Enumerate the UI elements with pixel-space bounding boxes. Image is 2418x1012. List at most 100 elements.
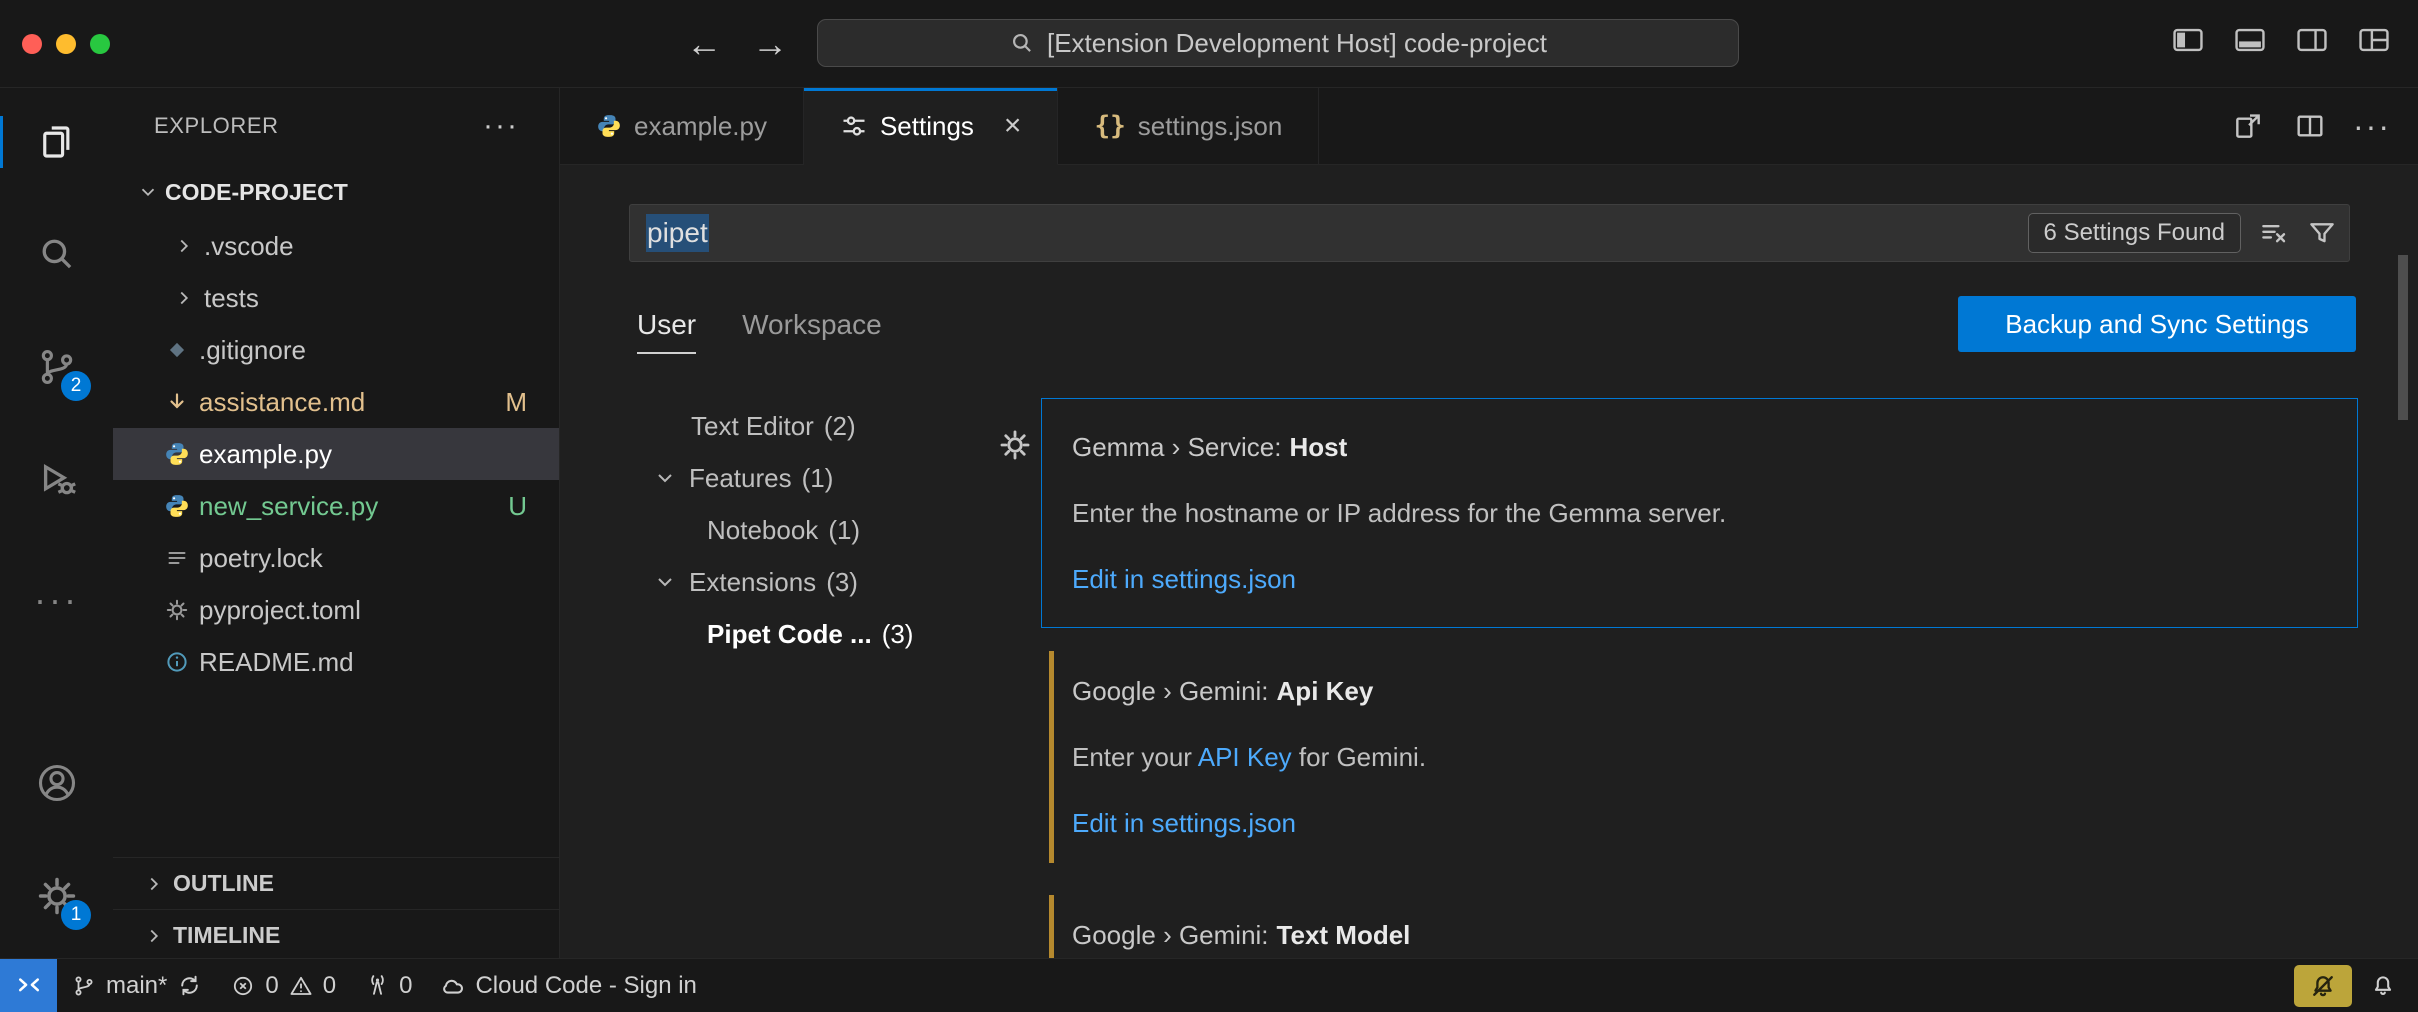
branch-item[interactable]: main* bbox=[57, 959, 216, 1012]
setting-item-google-gemini-text-model[interactable]: Google › Gemini:Text Model bbox=[1041, 886, 2358, 958]
notifications-bell-icon[interactable] bbox=[2370, 973, 2396, 999]
timeline-section[interactable]: TIMELINE bbox=[113, 909, 560, 961]
git-branch-icon bbox=[71, 973, 97, 999]
warnings-count: 0 bbox=[323, 972, 336, 1000]
git-status-badge: U bbox=[508, 491, 527, 522]
setting-item-gemma-service-host[interactable]: Gemma › Service:Host Enter the hostname … bbox=[1041, 398, 2358, 628]
activity-item-more[interactable]: ··· bbox=[0, 572, 113, 628]
outline-section[interactable]: OUTLINE bbox=[113, 857, 560, 909]
account-icon bbox=[35, 761, 79, 805]
toggle-panel-button[interactable] bbox=[2232, 22, 2268, 58]
section-label: OUTLINE bbox=[173, 870, 274, 897]
search-icon bbox=[1009, 30, 1035, 56]
settings-badge: 1 bbox=[61, 900, 91, 930]
run-debug-icon bbox=[36, 459, 78, 501]
tab-settings[interactable]: Settings × bbox=[804, 88, 1058, 165]
back-button[interactable]: ← bbox=[682, 22, 726, 66]
tree-item-poetry-lock[interactable]: poetry.lock bbox=[113, 532, 559, 584]
tree-item-vscode[interactable]: .vscode bbox=[113, 220, 559, 272]
toggle-secondary-sidebar-button[interactable] bbox=[2294, 22, 2330, 58]
toc-item-notebook[interactable]: Notebook (1) bbox=[625, 504, 1005, 556]
python-icon bbox=[596, 113, 622, 139]
command-center[interactable]: [Extension Development Host] code-projec… bbox=[817, 19, 1739, 67]
edit-in-settings-json-link[interactable]: Edit in settings.json bbox=[1072, 561, 1296, 597]
remote-indicator[interactable] bbox=[0, 959, 57, 1012]
editor-more-actions-button[interactable]: ··· bbox=[2356, 110, 2388, 142]
file-label: README.md bbox=[199, 647, 354, 678]
setting-title: Gemma › Service:Host bbox=[1072, 429, 2327, 465]
tab-label: example.py bbox=[634, 111, 767, 142]
zoom-window-button[interactable] bbox=[90, 34, 110, 54]
tab-example-py[interactable]: example.py bbox=[560, 88, 804, 165]
problems-item[interactable]: 0 0 bbox=[216, 959, 350, 1012]
toggle-primary-sidebar-button[interactable] bbox=[2170, 22, 2206, 58]
notifications-muted-item[interactable] bbox=[2294, 965, 2352, 1007]
customize-layout-button[interactable] bbox=[2356, 22, 2392, 58]
chevron-down-icon bbox=[653, 466, 677, 490]
close-window-button[interactable] bbox=[22, 34, 42, 54]
ports-item[interactable]: 0 bbox=[350, 959, 426, 1012]
cloud-icon bbox=[440, 973, 466, 999]
ports-count: 0 bbox=[399, 972, 412, 1000]
toc-item-features[interactable]: Features (1) bbox=[625, 452, 1005, 504]
close-icon[interactable]: × bbox=[1004, 111, 1022, 141]
activity-item-search[interactable] bbox=[0, 226, 113, 282]
setting-actions-gear[interactable] bbox=[998, 428, 1032, 462]
filter-settings-button[interactable] bbox=[2307, 218, 2337, 248]
api-key-link[interactable]: API Key bbox=[1198, 742, 1292, 772]
file-label: poetry.lock bbox=[199, 543, 323, 574]
backup-sync-settings-button[interactable]: Backup and Sync Settings bbox=[1958, 296, 2356, 352]
file-label: .gitignore bbox=[199, 335, 306, 366]
modified-indicator bbox=[1049, 651, 1054, 863]
settings-editor: pipet 6 Settings Found User Workspace B bbox=[560, 165, 2418, 958]
explorer-icon bbox=[36, 121, 78, 163]
activity-item-explorer[interactable] bbox=[0, 114, 113, 170]
toc-item-pipet-code[interactable]: Pipet Code ... (3) bbox=[625, 608, 1005, 660]
cloud-code-item[interactable]: Cloud Code - Sign in bbox=[426, 959, 710, 1012]
file-label: new_service.py bbox=[199, 491, 378, 522]
toc-item-text-editor[interactable]: Text Editor (2) bbox=[625, 400, 1005, 452]
lock-file-icon bbox=[163, 544, 191, 572]
activity-bar: 2 ··· 1 bbox=[0, 88, 113, 958]
open-changes-button[interactable] bbox=[2232, 110, 2264, 142]
forward-button[interactable]: → bbox=[748, 22, 792, 66]
settings-toc: Text Editor (2) Features (1) Notebook (1… bbox=[625, 400, 1005, 660]
scope-tab-workspace[interactable]: Workspace bbox=[742, 298, 882, 352]
setting-category: Google › Gemini: bbox=[1072, 676, 1269, 706]
file-label: assistance.md bbox=[199, 387, 365, 418]
editor-group: example.py Settings × {} settings.json bbox=[560, 88, 2418, 958]
clear-search-filters-button[interactable] bbox=[2259, 218, 2289, 248]
tab-settings-json[interactable]: {} settings.json bbox=[1058, 88, 1319, 165]
minimize-window-button[interactable] bbox=[56, 34, 76, 54]
split-editor-button[interactable] bbox=[2294, 110, 2326, 142]
tree-item-tests[interactable]: tests bbox=[113, 272, 559, 324]
edit-in-settings-json-link[interactable]: Edit in settings.json bbox=[1072, 805, 1296, 841]
activity-item-run-debug[interactable] bbox=[0, 452, 113, 508]
settings-search-input[interactable]: pipet 6 Settings Found bbox=[629, 204, 2350, 262]
activity-item-accounts[interactable] bbox=[0, 755, 113, 811]
status-bar: main* 0 0 0 bbox=[0, 958, 2418, 1012]
scope-tab-user[interactable]: User bbox=[637, 298, 696, 352]
tree-item-new-service-py[interactable]: new_service.py U bbox=[113, 480, 559, 532]
scrollbar-thumb[interactable] bbox=[2398, 255, 2408, 420]
setting-item-google-gemini-api-key[interactable]: Google › Gemini:Api Key Enter your API K… bbox=[1041, 642, 2358, 872]
results-count-badge: 6 Settings Found bbox=[2028, 213, 2241, 253]
tree-item-assistance-md[interactable]: assistance.md M bbox=[113, 376, 559, 428]
modified-indicator bbox=[1049, 895, 1054, 958]
status-bar-right bbox=[2294, 959, 2418, 1012]
toc-item-extensions[interactable]: Extensions (3) bbox=[625, 556, 1005, 608]
gear-icon bbox=[163, 596, 191, 624]
more-actions-icon[interactable]: ··· bbox=[483, 109, 519, 143]
info-icon bbox=[163, 648, 191, 676]
project-header[interactable]: CODE-PROJECT bbox=[113, 164, 559, 220]
activity-item-settings[interactable]: 1 bbox=[0, 868, 113, 924]
tree-item-readme-md[interactable]: README.md bbox=[113, 636, 559, 688]
tab-strip: example.py Settings × {} settings.json bbox=[560, 88, 2418, 165]
tree-item-pyproject-toml[interactable]: pyproject.toml bbox=[113, 584, 559, 636]
settings-icon bbox=[840, 112, 868, 140]
search-value: pipet bbox=[646, 214, 709, 252]
tree-item-gitignore[interactable]: .gitignore bbox=[113, 324, 559, 376]
source-control-badge: 2 bbox=[61, 371, 91, 401]
activity-item-source-control[interactable]: 2 bbox=[0, 339, 113, 395]
tree-item-example-py[interactable]: example.py bbox=[113, 428, 559, 480]
